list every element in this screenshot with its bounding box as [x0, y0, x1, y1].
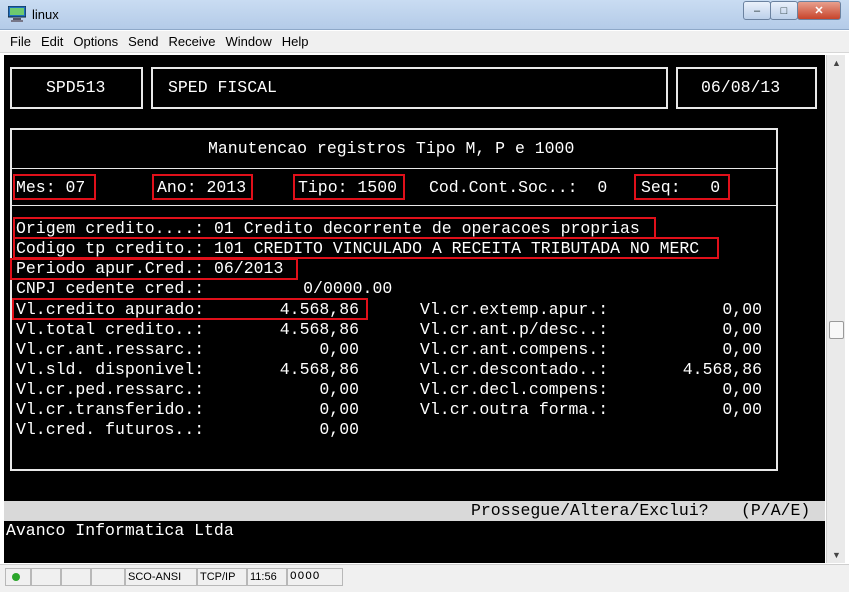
menu-help[interactable]: Help: [282, 34, 309, 49]
status-time: 11:56: [247, 568, 287, 586]
label-vl-cr-ant-p-desc: Vl.cr.ant.p/desc..:: [420, 320, 609, 339]
prompt-strip: Prossegue/Altera/Exclui? (P/A/E): [4, 501, 825, 521]
status-connection-cell: [5, 568, 31, 586]
screen-date: 06/08/13: [701, 78, 781, 97]
label-vl-cred-futuros: Vl.cred. futuros..:: [16, 420, 205, 439]
highlight-origem: [13, 217, 656, 239]
menu-window[interactable]: Window: [226, 34, 272, 49]
label-vl-cr-extemp-apur: Vl.cr.extemp.apur.:: [420, 300, 609, 319]
value-vl-cr-ant-p-desc: 0,00: [722, 320, 762, 339]
value-vl-cr-ant-ressarc: 0,00: [319, 340, 359, 359]
highlight-credito-apurado: [12, 298, 368, 320]
close-button[interactable]: ✕: [797, 1, 841, 20]
value-vl-cred-futuros: 0,00: [319, 420, 359, 439]
system-name: SPED FISCAL: [168, 78, 277, 97]
label-vl-cr-ped-ressarc: Vl.cr.ped.ressarc.:: [16, 380, 205, 399]
label-vl-sld-disponivel: Vl.sld. disponivel:: [16, 360, 205, 379]
scroll-up-icon[interactable]: ▲: [827, 55, 846, 71]
label-vl-cr-ant-compens: Vl.cr.ant.compens.:: [420, 340, 609, 359]
label-vl-total-credito: Vl.total credito..:: [16, 320, 205, 339]
terminal-app-icon: [8, 6, 26, 22]
label-vl-cr-transferido: Vl.cr.transferido.:: [16, 400, 205, 419]
window-titlebar[interactable]: linux – □ ✕: [0, 0, 849, 30]
highlight-codigo: [13, 237, 719, 259]
connection-status-icon: [12, 573, 20, 581]
menu-file[interactable]: File: [10, 34, 31, 49]
status-empty-cell-2: [61, 568, 91, 586]
prompt-options[interactable]: (P/A/E): [741, 501, 810, 521]
label-vl-cr-decl-compens: Vl.cr.decl.compens:: [420, 380, 609, 399]
scroll-down-icon[interactable]: ▼: [827, 547, 846, 563]
status-bar: SCO-ANSI TCP/IP 11:56 OOOO: [0, 564, 849, 592]
value-vl-cr-decl-compens: 0,00: [722, 380, 762, 399]
status-empty-cell-1: [31, 568, 61, 586]
highlight-periodo: [10, 258, 298, 280]
label-vl-cr-descontado: Vl.cr.descontado..:: [420, 360, 609, 379]
window-title: linux: [32, 7, 59, 22]
vertical-scrollbar[interactable]: ▲ ▼: [826, 55, 845, 563]
value-vl-cr-ant-compens: 0,00: [722, 340, 762, 359]
label-vl-cr-ant-ressarc: Vl.cr.ant.ressarc.:: [16, 340, 205, 359]
field-cod-cont-soc[interactable]: Cod.Cont.Soc..: 0: [429, 178, 607, 198]
form-title-divider: [10, 168, 778, 169]
footer-company: Avanco Informatica Ltda: [6, 521, 234, 540]
maximize-button[interactable]: □: [770, 1, 798, 20]
minimize-button[interactable]: –: [743, 1, 771, 20]
prompt-question: Prossegue/Altera/Exclui?: [471, 501, 709, 520]
value-vl-cr-descontado: 4.568,86: [682, 360, 762, 379]
highlight-seq: [634, 174, 730, 200]
field-cnpj-cedente: CNPJ cedente cred.: 0/0000.00: [16, 279, 393, 298]
menu-edit[interactable]: Edit: [41, 34, 63, 49]
menu-bar: File Edit Options Send Receive Window He…: [0, 31, 849, 53]
program-code: SPD513: [46, 78, 106, 97]
menu-options[interactable]: Options: [73, 34, 118, 49]
highlight-mes: [13, 174, 96, 200]
status-empty-cell-3: [91, 568, 125, 586]
status-leds: OOOO: [287, 568, 343, 586]
scroll-thumb[interactable]: [829, 321, 844, 339]
status-emulation: SCO-ANSI: [125, 568, 197, 586]
screen-title: Manutencao registros Tipo M, P e 1000: [208, 139, 575, 158]
highlight-ano: [152, 174, 253, 200]
highlight-tipo: [293, 174, 405, 200]
value-vl-cr-ped-ressarc: 0,00: [319, 380, 359, 399]
value-vl-sld-disponivel: 4.568,86: [279, 360, 359, 379]
menu-send[interactable]: Send: [128, 34, 158, 49]
label-vl-cr-outra-forma: Vl.cr.outra forma.:: [420, 400, 609, 419]
value-vl-cr-transferido: 0,00: [319, 400, 359, 419]
status-protocol: TCP/IP: [197, 568, 247, 586]
terminal-screen[interactable]: SPD513 SPED FISCAL 06/08/13 Manutencao r…: [4, 55, 825, 563]
menu-receive[interactable]: Receive: [169, 34, 216, 49]
value-vl-total-credito: 4.568,86: [279, 320, 359, 339]
value-vl-cr-extemp-apur: 0,00: [722, 300, 762, 319]
value-vl-cr-outra-forma: 0,00: [722, 400, 762, 419]
form-keys-divider: [10, 205, 778, 206]
